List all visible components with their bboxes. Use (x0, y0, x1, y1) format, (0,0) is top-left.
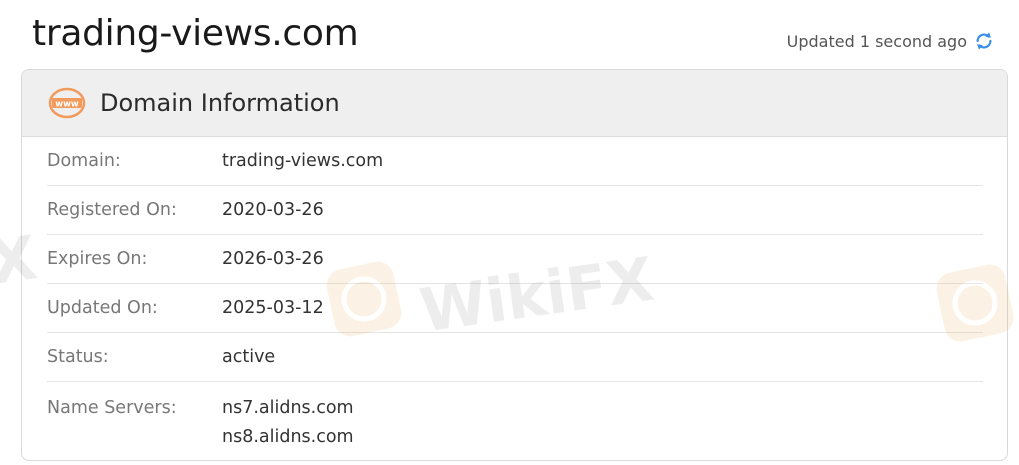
updated-status: Updated 1 second ago (787, 30, 995, 52)
row-status: Status: active (47, 333, 983, 382)
card-title: Domain Information (100, 89, 340, 117)
card-header: www Domain Information (22, 70, 1007, 137)
www-icon: www (48, 87, 86, 119)
row-value: trading-views.com (222, 150, 384, 171)
row-value: active (222, 346, 276, 367)
name-server-item: ns8.alidns.com (222, 427, 354, 447)
domain-information-card: www Domain Information Domain: trading-v… (21, 69, 1008, 461)
updated-text: Updated 1 second ago (786, 31, 967, 51)
row-label: Name Servers: (47, 398, 177, 418)
row-label: Status: (47, 347, 109, 367)
info-rows: Domain: trading-views.com Registered On:… (22, 137, 1007, 452)
row-name-servers: Name Servers: ns7.alidns.com ns8.alidns.… (47, 382, 983, 452)
row-value: 2020-03-26 (222, 199, 324, 220)
row-label: Expires On: (47, 249, 148, 269)
row-domain: Domain: trading-views.com (47, 137, 983, 186)
row-registered-on: Registered On: 2020-03-26 (47, 186, 983, 235)
refresh-icon[interactable] (973, 30, 995, 52)
name-server-item: ns7.alidns.com (222, 398, 354, 418)
row-label: Registered On: (47, 200, 177, 220)
row-expires-on: Expires On: 2026-03-26 (47, 235, 983, 284)
row-value: 2025-03-12 (222, 297, 324, 318)
row-label: Domain: (47, 151, 121, 171)
row-updated-on: Updated On: 2025-03-12 (47, 284, 983, 333)
page-title: trading-views.com (32, 13, 359, 54)
name-server-list: ns7.alidns.com ns8.alidns.com (222, 394, 354, 452)
www-icon-label: www (55, 100, 79, 110)
row-label: Updated On: (47, 298, 158, 318)
row-value: 2026-03-26 (222, 248, 324, 269)
